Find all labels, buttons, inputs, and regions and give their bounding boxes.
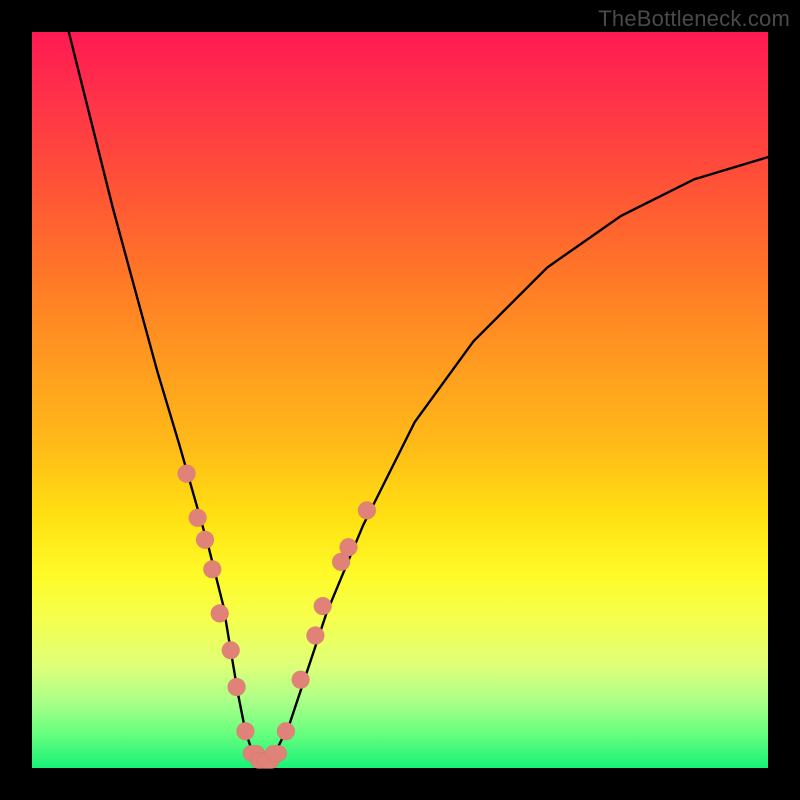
- marker-dot: [358, 501, 376, 519]
- marker-dot: [265, 745, 287, 761]
- marker-dot: [340, 538, 358, 556]
- marker-group: [178, 465, 376, 769]
- marker-dot: [211, 604, 229, 622]
- marker-dot: [292, 671, 310, 689]
- marker-dot: [236, 722, 254, 740]
- marker-dot: [178, 465, 196, 483]
- chart-svg: [32, 32, 768, 768]
- marker-dot: [189, 509, 207, 527]
- marker-dot: [277, 722, 295, 740]
- marker-dot: [306, 627, 324, 645]
- marker-dot: [203, 560, 221, 578]
- marker-dot: [196, 531, 214, 549]
- chart-frame: TheBottleneck.com: [0, 0, 800, 800]
- marker-dot: [228, 678, 246, 696]
- plot-area: [32, 32, 768, 768]
- bottleneck-curve: [69, 32, 768, 761]
- watermark-text: TheBottleneck.com: [598, 6, 790, 32]
- marker-dot: [314, 597, 332, 615]
- marker-dot: [222, 641, 240, 659]
